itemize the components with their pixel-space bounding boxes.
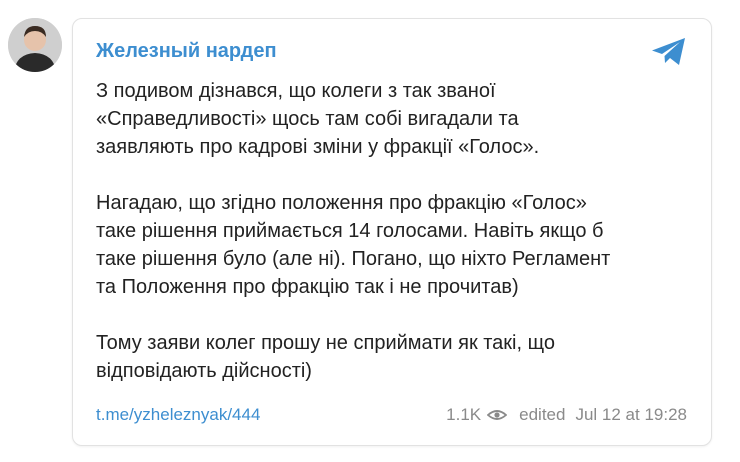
channel-name[interactable]: Железный нардеп (96, 40, 277, 63)
message-line: Тому заяви колег прошу не сприймати як т… (96, 332, 555, 354)
message-paragraph: Тому заяви колег прошу не сприймати як т… (96, 329, 696, 385)
message-line: відповідають дійсності) (96, 360, 312, 382)
avatar-photo-icon (8, 18, 62, 72)
channel-avatar[interactable] (8, 18, 62, 72)
eye-icon (487, 410, 508, 420)
message-footer: t.me/yzheleznyak/444 1.1K edited Jul 12 … (96, 405, 687, 429)
message-card: Железный нардеп З подивом дізнався, що к… (72, 18, 712, 446)
message-line: З подивом дізнався, що колеги з так зван… (96, 80, 496, 102)
views-count: 1.1K (446, 405, 482, 424)
message-line: та Положення про фракцію так і не прочит… (96, 276, 519, 298)
message-meta: 1.1K edited Jul 12 at 19:28 (446, 405, 687, 425)
message-line: Нагадаю, що згідно положення про фракцію… (96, 192, 587, 214)
post-date: Jul 12 at 19:28 (575, 405, 687, 424)
message-line: «Справедливості» щось там собі вигадали … (96, 108, 519, 130)
telegram-logo-icon[interactable] (651, 37, 687, 67)
post-link[interactable]: t.me/yzheleznyak/444 (96, 405, 260, 425)
message-text: З подивом дізнався, що колеги з так зван… (96, 77, 696, 385)
message-line: таке рішення було (але ні). Погано, що н… (96, 248, 611, 270)
edited-label: edited (519, 405, 566, 424)
message-paragraph: Нагадаю, що згідно положення про фракцію… (96, 189, 696, 301)
message-paragraph: З подивом дізнався, що колеги з так зван… (96, 77, 696, 161)
message-line: заявляють про кадрові зміни у фракції «Г… (96, 136, 540, 158)
message-line: таке рішення приймається 14 голосами. На… (96, 220, 604, 242)
